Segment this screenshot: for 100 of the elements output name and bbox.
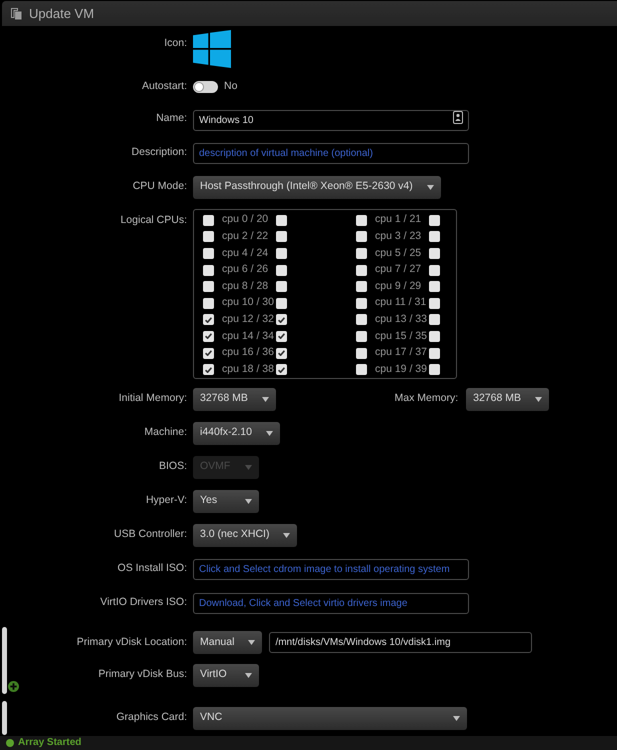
checkbox[interactable] [429, 214, 440, 226]
checkbox[interactable] [203, 264, 214, 276]
checkbox[interactable] [203, 348, 214, 359]
checkbox[interactable] [276, 348, 287, 359]
checkbox[interactable] [356, 264, 367, 276]
checkbox[interactable] [356, 231, 367, 242]
cpu-label: cpu 19 / 39 [375, 362, 428, 377]
add-icon[interactable] [8, 681, 19, 692]
field-label: Description: [132, 145, 187, 160]
field-label: USB Controller: [114, 527, 187, 542]
field-label: Initial Memory: [118, 391, 187, 406]
checkbox[interactable] [203, 248, 214, 259]
cpu-label: cpu 12 / 32 [222, 312, 275, 327]
check-icon [205, 366, 212, 373]
checkbox[interactable] [356, 348, 367, 359]
field-label: BIOS: [158, 459, 187, 474]
cpu-label: cpu 5 / 25 [375, 246, 422, 261]
cpu-label: cpu 2 / 22 [222, 229, 270, 244]
check-icon [205, 350, 212, 356]
checkbox[interactable] [356, 364, 367, 376]
cpu-label: cpu 0 / 20 [222, 212, 270, 228]
checkbox[interactable] [276, 248, 287, 259]
checkbox[interactable] [276, 298, 287, 309]
checkbox[interactable] [203, 231, 214, 242]
caret-icon [266, 430, 273, 436]
select-dropdown[interactable]: 32768 MB [193, 388, 276, 410]
select-dropdown[interactable]: 32768 MB [466, 388, 549, 410]
cpu-label: cpu 6 / 26 [222, 262, 270, 278]
cpu-label: cpu 14 / 34 [222, 328, 275, 344]
field-label: Machine: [144, 425, 187, 440]
checkbox[interactable] [203, 364, 214, 376]
status-text: Array Started [18, 737, 82, 749]
select-dropdown[interactable]: Host Passthrough (Intel® Xeon® E5-2630 v4) [193, 176, 441, 198]
path-field[interactable]: /mnt/disks/VMs/Windows 10/vdisk1.img [269, 632, 532, 653]
checkbox[interactable] [429, 298, 440, 309]
cpu-label: cpu 4 / 24 [222, 246, 270, 261]
checkbox[interactable] [429, 314, 440, 326]
checkbox[interactable] [429, 348, 440, 359]
caret-icon [245, 464, 252, 470]
select-dropdown[interactable]: Yes [193, 490, 259, 512]
checkbox[interactable] [276, 330, 287, 342]
field-label: Primary vDisk Location: [76, 634, 187, 650]
checkbox[interactable] [356, 281, 367, 292]
caret-icon [262, 396, 269, 402]
checkbox[interactable] [203, 281, 214, 292]
select-dropdown[interactable]: VNC [193, 706, 467, 730]
field-label: Autostart: [142, 79, 187, 94]
window-panes-icon[interactable] [193, 30, 231, 68]
field-label: Icon: [164, 36, 187, 51]
toggle-state-label: No [224, 79, 238, 94]
checkbox[interactable] [356, 298, 367, 309]
checkbox[interactable] [203, 298, 214, 309]
checkbox[interactable] [203, 330, 214, 342]
text-field[interactable]: Click and Select cdrom image to install operating system [193, 558, 469, 580]
text-field[interactable]: Download, Click and Select virtio drivers image [193, 592, 469, 614]
checkbox[interactable] [276, 364, 287, 376]
text-field[interactable]: Windows 10 [193, 110, 469, 131]
check-icon [278, 316, 285, 323]
section-bar [2, 701, 7, 735]
caret-icon [535, 396, 542, 402]
checkbox[interactable] [429, 264, 440, 276]
text-field[interactable]: description of virtual machine (optional) [193, 142, 469, 164]
select-dropdown[interactable]: Manual [193, 631, 262, 654]
documents-icon [11, 8, 22, 20]
section-bar [2, 627, 7, 694]
checkbox[interactable] [203, 314, 214, 326]
check-icon [278, 350, 285, 356]
checkbox[interactable] [356, 214, 367, 226]
checkbox[interactable] [356, 330, 367, 342]
checkbox[interactable] [356, 314, 367, 326]
field-label: CPU Mode: [132, 179, 187, 194]
checkbox[interactable] [276, 264, 287, 276]
select-dropdown[interactable]: i440fx-2.10 [193, 422, 280, 444]
checkbox[interactable] [276, 314, 287, 326]
caret-icon [248, 640, 256, 645]
toggle-switch[interactable] [193, 81, 218, 93]
cpu-label: cpu 7 / 27 [375, 262, 422, 278]
checkbox[interactable] [429, 231, 440, 242]
cpu-label: cpu 10 / 30 [222, 295, 275, 310]
cpu-label: cpu 9 / 29 [375, 278, 422, 294]
checkbox[interactable] [429, 248, 440, 259]
checkbox[interactable] [429, 364, 440, 376]
person-box-icon[interactable] [453, 111, 463, 124]
field-label: Hyper-V: [146, 493, 187, 508]
checkbox[interactable] [429, 281, 440, 292]
field-label: Graphics Card: [116, 710, 187, 726]
check-icon [205, 333, 212, 340]
checkbox[interactable] [276, 281, 287, 292]
checkbox[interactable] [356, 248, 367, 259]
checkbox[interactable] [276, 214, 287, 226]
field-label: Name: [156, 111, 187, 126]
checkbox[interactable] [276, 231, 287, 242]
cpu-label: cpu 15 / 35 [375, 328, 428, 344]
checkbox[interactable] [429, 330, 440, 342]
select-dropdown[interactable]: 3.0 (nec XHCI) [193, 524, 298, 546]
cpu-label: cpu 17 / 37 [375, 345, 428, 360]
cpu-label: cpu 11 / 31 [375, 295, 428, 310]
select-dropdown[interactable]: VirtIO [193, 664, 259, 686]
checkbox[interactable] [203, 214, 214, 226]
cpu-label: cpu 1 / 21 [375, 212, 422, 228]
